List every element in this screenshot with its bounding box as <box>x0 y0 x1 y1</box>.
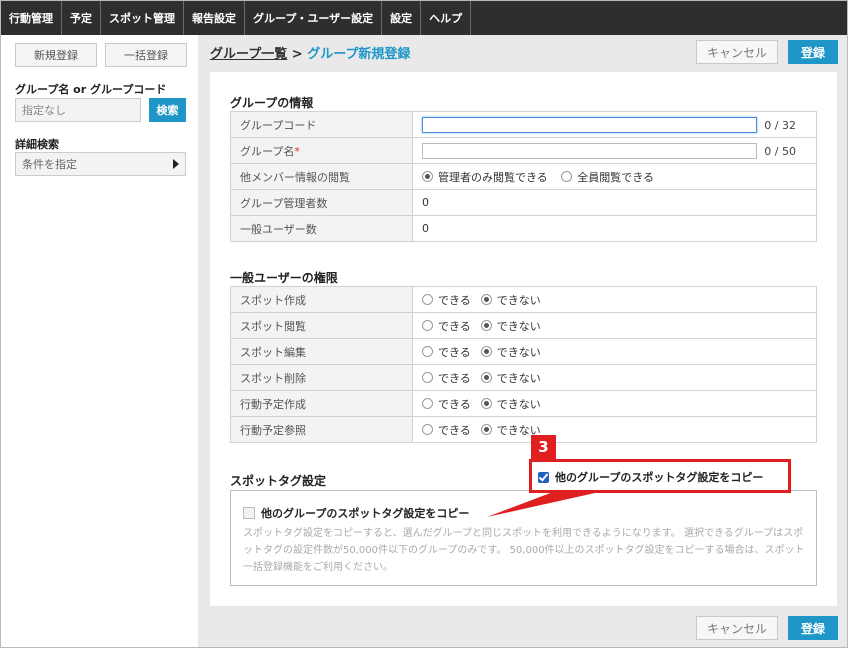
cancel-button-top[interactable]: キャンセル <box>696 40 778 64</box>
nav-activity[interactable]: 行動管理 <box>1 1 62 35</box>
condition-select-label: 条件を指定 <box>22 158 77 171</box>
condition-select[interactable]: 条件を指定 <box>15 152 186 176</box>
new-register-button[interactable]: 新規登録 <box>15 43 97 67</box>
radio-can[interactable] <box>422 294 433 305</box>
radio-can[interactable] <box>422 372 433 383</box>
search-button[interactable]: 検索 <box>149 98 186 122</box>
radio-cannot-label: できない <box>496 345 541 359</box>
group-info-table: グループコード 0 / 32 グループ名* 0 / 50 他メンバー情報の閲覧 … <box>230 111 817 242</box>
admin-count-label: グループ管理者数 <box>230 189 413 216</box>
bulk-register-button[interactable]: 一括登録 <box>105 43 187 67</box>
permission-label: 行動予定作成 <box>230 390 413 417</box>
callout-checkbox-label: 他のグループのスポットタグ設定をコピー <box>555 471 764 484</box>
breadcrumb-separator: > <box>287 47 308 62</box>
radio-cannot[interactable] <box>480 372 492 383</box>
member-view-label: 他メンバー情報の閲覧 <box>230 163 413 190</box>
radio-cannot[interactable] <box>480 294 492 305</box>
sidebar: 新規登録 一括登録 グループ名 or グループコード 指定なし 検索 詳細検索 … <box>1 35 198 647</box>
radio-admin-only[interactable] <box>422 171 433 182</box>
group-name-counter: 0 / 50 <box>764 145 796 158</box>
permission-label: スポット編集 <box>230 338 413 365</box>
user-count-value: 0 <box>412 215 817 242</box>
group-code-counter: 0 / 32 <box>764 119 796 132</box>
radio-can[interactable] <box>422 398 433 409</box>
nav-group-user[interactable]: グループ・ユーザー設定 <box>245 1 383 35</box>
radio-cannot[interactable] <box>480 346 492 357</box>
search-input[interactable]: 指定なし <box>15 98 141 122</box>
breadcrumb: グループ一覧 > グループ新規登録 <box>210 43 410 62</box>
radio-can-label: できる <box>438 371 471 385</box>
permissions-title: 一般ユーザーの権限 <box>230 271 338 285</box>
main-area: グループ一覧 > グループ新規登録 キャンセル 登録 グループの情報 グループコ… <box>198 35 847 647</box>
radio-cannot-label: できない <box>496 293 541 307</box>
permission-row: スポット作成 できる できない <box>230 286 817 313</box>
radio-can-label: できる <box>438 293 471 307</box>
detail-search-label: 詳細検索 <box>15 138 59 151</box>
permission-row: 行動予定作成 できる できない <box>230 390 817 417</box>
spot-tag-title: スポットタグ設定 <box>230 474 327 488</box>
permission-row: スポット編集 できる できない <box>230 338 817 365</box>
permissions-table: スポット作成 できる できない スポット閲覧 できる できない スポット編集 できる できないス… <box>230 286 817 443</box>
nav-schedule[interactable]: 予定 <box>62 1 101 35</box>
copy-tag-checkbox-row[interactable]: 他のグループのスポットタグ設定をコピー <box>243 505 469 521</box>
spot-tag-copy-box: 他のグループのスポットタグ設定をコピー スポットタグ設定をコピーすると、選んだグ… <box>230 490 817 586</box>
app-frame: 行動管理 予定 スポット管理 報告設定 グループ・ユーザー設定 設定 ヘルプ 新… <box>0 0 848 648</box>
breadcrumb-current: グループ新規登録 <box>307 47 411 62</box>
checked-checkbox-icon[interactable] <box>538 471 549 483</box>
copy-tag-label: 他のグループのスポットタグ設定をコピー <box>261 507 470 520</box>
radio-cannot-label: できない <box>496 319 541 333</box>
nav-report[interactable]: 報告設定 <box>184 1 245 35</box>
radio-cannot[interactable] <box>480 398 492 409</box>
radio-can[interactable] <box>422 346 433 357</box>
group-code-label: グループコード <box>230 111 413 138</box>
permission-label: スポット作成 <box>230 286 413 313</box>
radio-cannot-label: できない <box>496 397 541 411</box>
copy-tag-checkbox[interactable] <box>243 507 255 519</box>
cancel-button-bottom[interactable]: キャンセル <box>696 616 778 640</box>
permission-label: 行動予定参照 <box>230 416 413 443</box>
admin-count-value: 0 <box>412 189 817 216</box>
radio-can[interactable] <box>422 424 433 435</box>
callout-box: 他のグループのスポットタグ設定をコピー <box>529 459 791 493</box>
breadcrumb-group-list[interactable]: グループ一覧 <box>210 47 287 62</box>
nav-help[interactable]: ヘルプ <box>421 1 472 35</box>
radio-cannot-label: できない <box>496 371 541 385</box>
radio-cannot[interactable] <box>480 320 492 331</box>
permission-row: スポット削除 できる できない <box>230 364 817 391</box>
user-count-label: 一般ユーザー数 <box>230 215 413 242</box>
radio-can-label: できる <box>438 397 471 411</box>
search-label: グループ名 or グループコード <box>15 83 167 96</box>
form-panel: グループの情報 グループコード 0 / 32 グループ名* 0 / 50 他メン… <box>210 72 837 606</box>
permission-row: 行動予定参照 できる できない <box>230 416 817 443</box>
radio-cannot[interactable] <box>480 424 492 435</box>
copy-tag-description: スポットタグ設定をコピーすると、選んだグループと同じスポットを利用できるようにな… <box>243 528 805 573</box>
callout-number-badge: 3 <box>531 435 556 459</box>
submit-button-top[interactable]: 登録 <box>788 40 838 64</box>
submit-button-bottom[interactable]: 登録 <box>788 616 838 640</box>
group-info-title: グループの情報 <box>230 96 314 110</box>
permission-row: スポット閲覧 できる できない <box>230 312 817 339</box>
radio-can-label: できる <box>438 345 471 359</box>
group-name-input[interactable] <box>422 142 757 159</box>
radio-admin-only-label: 管理者のみ閲覧できる <box>438 170 548 184</box>
radio-can[interactable] <box>422 320 433 331</box>
group-name-label: グループ名 <box>240 144 295 158</box>
top-nav: 行動管理 予定 スポット管理 報告設定 グループ・ユーザー設定 設定 ヘルプ <box>1 1 847 35</box>
radio-can-label: できる <box>438 319 471 333</box>
nav-settings[interactable]: 設定 <box>382 1 422 35</box>
callout-checkbox-row[interactable]: 他のグループのスポットタグ設定をコピー <box>538 468 763 486</box>
caret-right-icon <box>173 159 179 169</box>
required-mark: * <box>294 144 300 158</box>
radio-all-members[interactable] <box>561 171 573 182</box>
radio-all-members-label: 全員閲覧できる <box>577 170 655 184</box>
permission-label: スポット削除 <box>230 364 413 391</box>
group-code-input[interactable] <box>422 116 757 133</box>
permission-label: スポット閲覧 <box>230 312 413 339</box>
nav-spot[interactable]: スポット管理 <box>101 1 184 35</box>
radio-can-label: できる <box>438 423 471 437</box>
group-name-label-cell: グループ名* <box>230 137 413 164</box>
